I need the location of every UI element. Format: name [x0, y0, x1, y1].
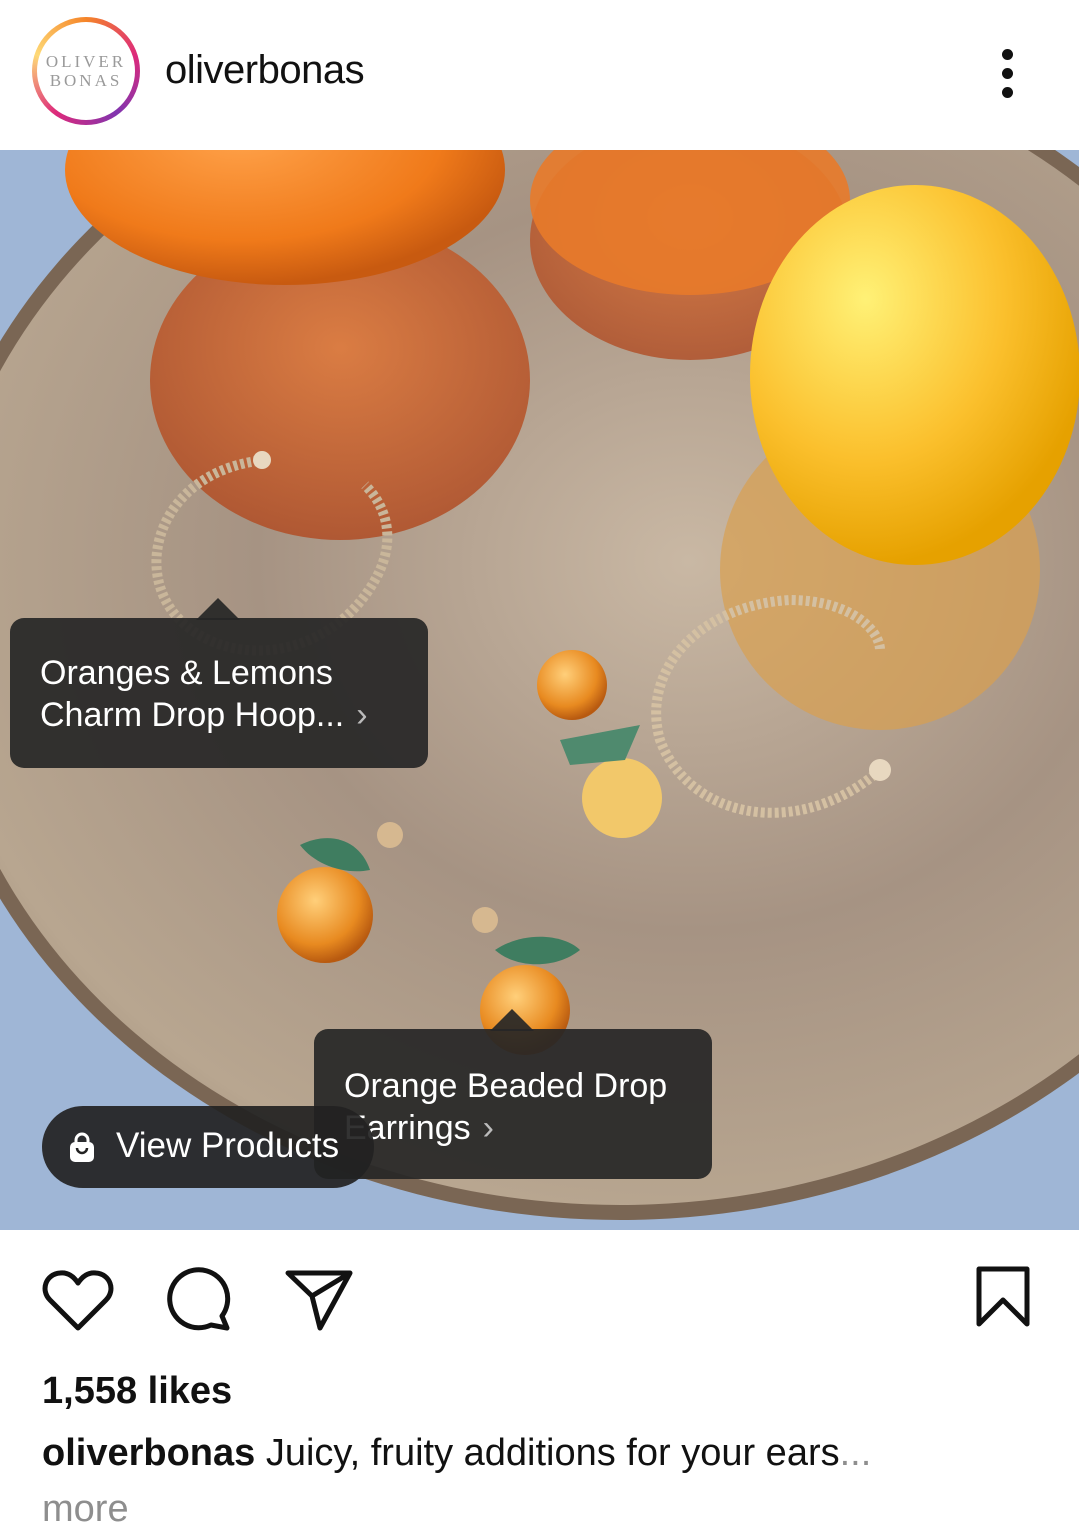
tag-pointer: [490, 1009, 534, 1031]
more-vertical-icon-dot: [1002, 87, 1013, 98]
more-vertical-icon-dot: [1002, 68, 1013, 79]
view-products-label: View Products: [116, 1126, 340, 1165]
avatar[interactable]: OLIVER BONAS: [32, 17, 140, 125]
product-tag-title: Oranges & Lemons: [40, 654, 333, 692]
caption-username[interactable]: oliverbonas: [42, 1432, 255, 1474]
post-image[interactable]: Oranges & Lemons Charm Drop Hoop... › Ora…: [0, 150, 1079, 1230]
product-tag-title-line2: Earrings ›: [344, 1107, 682, 1149]
username[interactable]: oliverbonas: [165, 48, 365, 93]
avatar-text-line2: BONAS: [49, 71, 123, 90]
avatar-text-line1: OLIVER: [45, 52, 127, 71]
post-actions: [0, 1230, 1079, 1360]
shopping-bag-icon: [70, 1132, 94, 1162]
product-tag-title-line2: Charm Drop Hoop... ›: [40, 694, 398, 736]
chevron-right-icon: ›: [356, 696, 368, 734]
comment-icon[interactable]: [164, 1266, 232, 1332]
likes-count[interactable]: 1,558 likes: [42, 1370, 232, 1413]
chevron-right-icon: ›: [482, 1109, 494, 1147]
heart-icon[interactable]: [42, 1268, 114, 1332]
product-tag-hoop[interactable]: Oranges & Lemons Charm Drop Hoop... ›: [10, 598, 428, 768]
post-header: OLIVER BONAS oliverbonas: [0, 0, 1079, 150]
caption-text: Juicy, fruity additions for your ears: [255, 1432, 840, 1474]
product-tag-title: Orange Beaded Drop: [344, 1067, 668, 1105]
bookmark-icon[interactable]: [975, 1266, 1031, 1328]
more-options-button[interactable]: [990, 45, 1026, 101]
caption-ellipsis: ...: [839, 1432, 872, 1474]
product-tag-drop-earrings[interactable]: Orange Beaded Drop Earrings ›: [314, 1009, 712, 1179]
avatar-logo: OLIVER BONAS: [37, 22, 135, 120]
more-vertical-icon: [1002, 49, 1013, 60]
send-icon[interactable]: [284, 1268, 354, 1332]
more-link[interactable]: more: [42, 1488, 129, 1531]
product-tag-subtitle: Charm Drop Hoop...: [40, 696, 345, 734]
caption: oliverbonas Juicy, fruity additions for …: [42, 1432, 871, 1475]
view-products-button[interactable]: View Products: [42, 1106, 374, 1188]
tag-pointer: [196, 598, 240, 620]
